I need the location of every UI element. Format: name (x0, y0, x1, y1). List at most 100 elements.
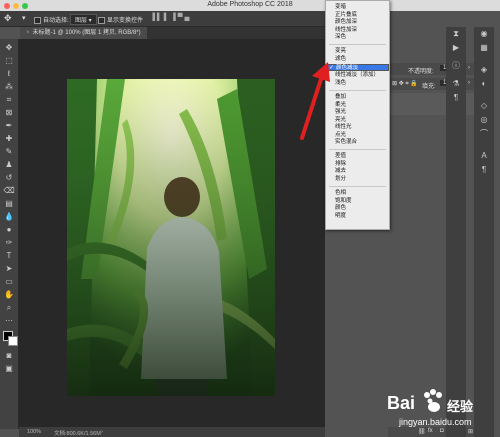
blend-pin-light-label: 点光 (335, 131, 347, 138)
history-panel-icon[interactable]: ⧗ (446, 27, 466, 41)
document-info: 文档:800.6K/1.56M (54, 431, 101, 437)
auto-select-value: 图层 (75, 18, 88, 24)
blend-multiply-label: 正片叠底 (335, 11, 358, 18)
blend-lighten[interactable]: 变亮 (326, 48, 389, 56)
stamp-icon[interactable]: ♟ (3, 160, 15, 170)
blend-linear-light-label: 线性光 (335, 124, 352, 130)
background-color-swatch[interactable] (8, 336, 18, 346)
blur-icon[interactable]: 💧 (3, 212, 15, 222)
opacity-dropdown-icon[interactable]: › (468, 65, 470, 71)
blend-darken-label: 变暗 (335, 4, 347, 10)
status-bar: 100% 文档:800.6K/1.56M › (19, 427, 325, 437)
blend-linear-burn[interactable]: 线性加深 (326, 27, 389, 35)
lock-icons[interactable]: ⊠ ✥ ⌗ 🔒 (392, 80, 418, 88)
blend-color-burn-label: 颜色加深 (335, 19, 358, 25)
shape-icon[interactable]: ▭ (3, 277, 15, 287)
blend-luminosity[interactable]: 明度 (326, 213, 389, 221)
title-bar: Adobe Photoshop CC 2018 (0, 0, 500, 11)
dodge-icon[interactable]: ● (3, 225, 15, 235)
path-select-icon[interactable]: ➤ (3, 264, 15, 274)
status-arrow-icon[interactable]: › (101, 429, 103, 435)
blend-color[interactable]: 颜色 (326, 205, 389, 213)
menu-separator (329, 186, 386, 187)
blend-subtract-label: 减去 (335, 168, 347, 174)
blend-hue[interactable]: 色相 (326, 190, 389, 198)
show-transform-checkbox[interactable]: 显示变换控件 (98, 15, 143, 24)
fill-dropdown-icon[interactable]: › (468, 80, 470, 86)
blend-luminosity-label: 明度 (335, 212, 347, 219)
more-tools-icon[interactable]: ⋯ (3, 316, 15, 326)
zoom-icon[interactable]: ⌕ (3, 303, 15, 313)
blend-hue-label: 色相 (335, 190, 347, 196)
blend-lighter-color-label: 浅色 (335, 79, 347, 86)
eraser-icon[interactable]: ⌫ (3, 186, 15, 196)
glyphs-panel-icon[interactable]: ¶ (474, 163, 494, 177)
actions-panel-icon[interactable]: ▶ (446, 41, 466, 55)
annotation-arrow (300, 62, 330, 140)
styles-panel-icon[interactable]: ⚗ (446, 77, 466, 91)
character-panel-icon[interactable]: A (474, 149, 494, 163)
close-tab-icon[interactable]: × (26, 30, 30, 36)
document-tab-label: 未标题-1 @ 100% (图层 1 拷贝, RGB/8*) (32, 30, 141, 36)
marquee-icon[interactable]: ⬚ (3, 56, 15, 66)
history-brush-icon[interactable]: ↺ (3, 173, 15, 183)
auto-select-dropdown[interactable]: 图层 ▾ (70, 14, 97, 25)
blend-difference[interactable]: 差值 (326, 153, 389, 161)
blend-darker-color[interactable]: 深色 (326, 34, 389, 42)
color-panel-icon[interactable]: ◉ (474, 27, 494, 41)
gradient-icon[interactable]: ▤ (3, 199, 15, 209)
menu-separator (329, 44, 386, 45)
info-panel-icon[interactable]: ⓘ (446, 59, 466, 73)
canvas-photo[interactable] (67, 79, 275, 396)
blend-difference-label: 差值 (335, 153, 347, 159)
quick-select-icon[interactable]: ⁂ (3, 82, 15, 92)
layers-panel-icon[interactable]: ◇ (474, 99, 494, 113)
blend-linear-dodge-label: 线性减淡（添加） (335, 72, 380, 78)
paths-panel-icon[interactable]: ⌒ (474, 127, 494, 141)
properties-panel-icon[interactable]: ◈ (474, 63, 494, 77)
blend-exclusion-label: 排除 (335, 160, 347, 167)
pen-icon[interactable]: ✑ (3, 238, 15, 248)
frame-icon[interactable]: ⊠ (3, 108, 15, 118)
tools-panel: ✥ ⬚ ℓ ⁂ ⌗ ⊠ ✒ ✚ ✎ ♟ ↺ ⌫ ▤ 💧 ● ✑ T ➤ ▭ ✋ … (0, 39, 19, 429)
move-tool-icon[interactable]: ✥ (4, 13, 12, 24)
document-tab[interactable]: × 未标题-1 @ 100% (图层 1 拷贝, RGB/8*) (20, 27, 147, 39)
paragraph-panel-icon[interactable]: ¶ (446, 91, 466, 105)
blend-soft-light-label: 柔光 (335, 101, 347, 108)
healing-icon[interactable]: ✚ (3, 134, 15, 144)
quick-mask-icon[interactable]: ◙ (3, 351, 15, 361)
crop-icon[interactable]: ⌗ (3, 95, 15, 105)
blend-linear-burn-label: 线性加深 (335, 26, 358, 33)
blend-hard-light-label: 强光 (335, 109, 347, 115)
auto-select-checkbox[interactable]: 自动选择: (34, 15, 69, 24)
document-tab-bar: × 未标题-1 @ 100% (图层 1 拷贝, RGB/8*) (20, 27, 325, 39)
blend-divide[interactable]: 划分 (326, 176, 389, 184)
blend-vivid-light-label: 亮光 (335, 116, 347, 123)
blend-screen-label: 滤色 (335, 55, 347, 62)
blend-color-burn[interactable]: 颜色加深 (326, 19, 389, 27)
lasso-icon[interactable]: ℓ (3, 69, 15, 79)
show-transform-label: 显示变换控件 (107, 18, 144, 24)
blend-darker-color-label: 深色 (335, 34, 347, 40)
blend-overlay-label: 叠加 (335, 94, 347, 100)
blend-color-dodge-label: 颜色减淡 (336, 64, 359, 71)
adjustments-panel-icon[interactable]: ◐ (474, 77, 494, 91)
brush-icon[interactable]: ✎ (3, 147, 15, 157)
panel-icon-column-1: ⧗ ▶ ⓘ ⚗ ¶ (446, 27, 466, 437)
hand-icon[interactable]: ✋ (3, 290, 15, 300)
blend-saturation-label: 饱和度 (335, 197, 352, 204)
blend-saturation[interactable]: 饱和度 (326, 198, 389, 206)
blend-subtract[interactable]: 减去 (326, 168, 389, 176)
text-icon[interactable]: T (3, 251, 15, 261)
eyedropper-icon[interactable]: ✒ (3, 121, 15, 131)
blend-darken[interactable]: 变暗 (326, 4, 389, 12)
zoom-level[interactable]: 100% (27, 429, 41, 435)
tool-preset-dropdown[interactable]: ▾ (22, 14, 26, 22)
blend-exclusion[interactable]: 排除 (326, 161, 389, 169)
blend-multiply[interactable]: 正片叠底 (326, 12, 389, 20)
move-icon[interactable]: ✥ (3, 43, 15, 53)
align-icons[interactable]: ▐ ▌ ▌ ▐ ▀ ▄ (150, 14, 189, 21)
swatches-panel-icon[interactable]: ▦ (474, 41, 494, 55)
screen-mode-icon[interactable]: ▣ (3, 364, 15, 374)
channels-panel-icon[interactable]: ◎ (474, 113, 494, 127)
